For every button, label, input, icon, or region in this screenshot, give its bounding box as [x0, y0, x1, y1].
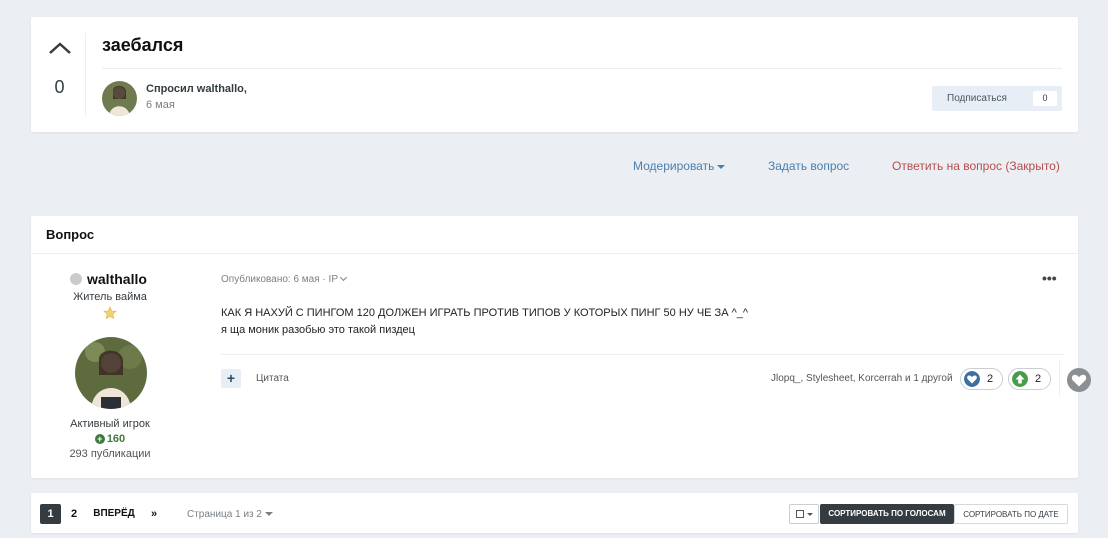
sort-by-date-button[interactable]: СОРТИРОВАТЬ ПО ДАТЕ — [954, 504, 1068, 524]
heart-reaction-icon — [964, 371, 980, 387]
author-name[interactable]: walthallo — [87, 271, 147, 287]
author-rank: Житель вайма — [73, 291, 147, 303]
offline-status-icon — [70, 273, 82, 285]
reactors-list[interactable]: Jlopq_, Stylesheet, Korcerrah и 1 другой — [771, 373, 953, 384]
star-icon — [103, 306, 117, 320]
vote-count: 0 — [54, 77, 65, 97]
reaction-upvote-pill[interactable]: 2 — [1008, 368, 1051, 390]
question-header-card: 0 заебался Спросил walthallo, 6 мая Подп… — [31, 17, 1078, 132]
post-meta[interactable]: Опубликовано: 6 мая · IP — [221, 273, 348, 285]
reputation-value: 160 — [106, 433, 126, 445]
more-options-icon[interactable]: ••• — [1042, 270, 1057, 286]
reaction-count: 2 — [987, 373, 994, 385]
author-status: Активный игрок — [70, 418, 150, 430]
divider — [1059, 361, 1060, 396]
moderate-menu[interactable]: Модерировать — [633, 159, 726, 173]
author-panel: walthallo Житель вайма Активный игрок +1… — [31, 254, 189, 478]
plus-circle-icon: + — [94, 434, 105, 445]
heart-icon — [1071, 374, 1087, 387]
section-header: Вопрос — [31, 216, 1078, 254]
pagination-bar: 1 2 ВПЕРЁД » Страница 1 из 2 СОРТИРОВАТЬ… — [31, 493, 1078, 533]
checkbox-icon — [796, 510, 804, 518]
quote-link[interactable]: Цитата — [256, 373, 289, 384]
post-meta-text: Опубликовано: 6 мая · IP — [221, 274, 338, 285]
vote-column: 0 — [31, 33, 86, 117]
question-date: 6 мая — [146, 99, 175, 111]
reputation-badge: +160 — [31, 433, 189, 445]
post-text-line: я ща моник разобью это такой пиздец — [221, 324, 415, 336]
avatar[interactable] — [102, 81, 137, 116]
caret-down-icon — [717, 164, 726, 169]
upvote-reaction-icon — [1012, 371, 1028, 387]
question-post-card: Вопрос walthallo Житель вайма Активный и… — [31, 216, 1091, 478]
asked-by[interactable]: Спросил walthallo, — [146, 83, 247, 95]
follow-label: Подписаться — [947, 93, 1007, 104]
caret-down-icon — [807, 513, 813, 516]
divider — [221, 354, 1064, 355]
post-text-line: КАК Я НАХУЙ С ПИНГОМ 120 ДОЛЖЕН ИГРАТЬ П… — [221, 307, 749, 319]
moderate-label: Модерировать — [633, 159, 715, 173]
author-avatar[interactable] — [75, 337, 147, 409]
sort-by-votes-button[interactable]: СОРТИРОВАТЬ ПО ГОЛОСАМ — [820, 504, 954, 524]
upvote-arrow-icon[interactable] — [48, 41, 72, 55]
caret-down-icon — [264, 512, 273, 517]
post-count: 293 публикации — [69, 448, 151, 460]
reply-closed-link[interactable]: Ответить на вопрос (Закрыто) — [892, 159, 1060, 173]
ask-question-link[interactable]: Задать вопрос — [768, 159, 849, 173]
next-page-button[interactable]: ВПЕРЁД — [93, 504, 135, 524]
section-title: Вопрос — [46, 227, 95, 242]
page-button-current[interactable]: 1 — [40, 504, 61, 524]
chevron-down-icon — [339, 273, 348, 282]
reaction-count: 2 — [1035, 373, 1042, 385]
page-jump-dropdown[interactable]: Страница 1 из 2 — [187, 509, 273, 520]
select-all-checkbox[interactable] — [789, 504, 819, 524]
last-page-button[interactable]: » — [147, 504, 161, 524]
page-title: заебался — [102, 35, 184, 55]
follow-button[interactable]: Подписаться 0 — [932, 86, 1062, 111]
page-info-label: Страница 1 из 2 — [187, 509, 262, 520]
react-heart-button[interactable] — [1067, 368, 1091, 392]
reaction-like-pill[interactable]: 2 — [960, 368, 1003, 390]
follower-count: 0 — [1033, 91, 1057, 106]
divider — [102, 68, 1062, 69]
page-button[interactable]: 2 — [67, 504, 81, 524]
multiquote-plus-button[interactable]: + — [221, 369, 241, 388]
